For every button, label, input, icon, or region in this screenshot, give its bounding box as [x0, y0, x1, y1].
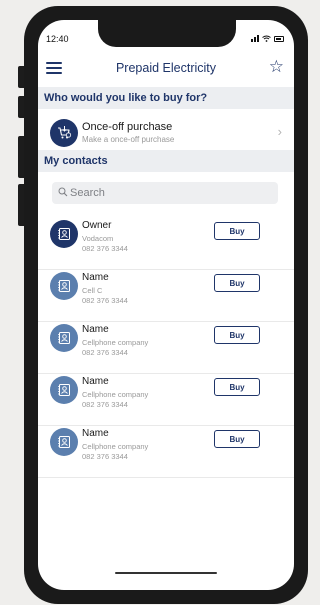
chevron-right-icon: ›: [277, 124, 282, 139]
wifi-icon: [262, 35, 271, 42]
buy-button[interactable]: Buy: [214, 378, 260, 396]
contact-card-icon: [50, 376, 78, 404]
search-input[interactable]: [70, 182, 270, 204]
signal-icon: [251, 35, 259, 42]
once-off-purchase-row[interactable]: Once-off purchase Make a once-off purcha…: [38, 112, 294, 154]
contact-phone: 082 376 3344: [82, 400, 128, 409]
contact-carrier: Cellphone company: [82, 390, 149, 399]
battery-icon: [274, 36, 284, 42]
contact-carrier: Cell C: [82, 286, 103, 295]
buy-for-heading: Who would you like to buy for?: [38, 87, 294, 109]
contact-row[interactable]: Name Cellphone company 082 376 3344 Buy: [38, 374, 294, 426]
contact-card-icon: [50, 324, 78, 352]
top-bar: Prepaid Electricity ☆: [38, 54, 294, 84]
contact-phone: 082 376 3344: [82, 452, 128, 461]
contact-row[interactable]: Owner Vodacom 082 376 3344 Buy: [38, 218, 294, 270]
status-time: 12:40: [46, 34, 69, 44]
once-off-subtitle: Make a once-off purchase: [82, 135, 175, 144]
contact-carrier: Cellphone company: [82, 338, 149, 347]
contact-name: Name: [82, 324, 109, 335]
star-icon[interactable]: ☆: [269, 58, 284, 75]
contact-phone: 082 376 3344: [82, 296, 128, 305]
buy-button[interactable]: Buy: [214, 222, 260, 240]
buy-button[interactable]: Buy: [214, 430, 260, 448]
search-icon: [58, 187, 68, 197]
contact-name: Name: [82, 428, 109, 439]
status-icons: [251, 35, 284, 42]
home-indicator[interactable]: [115, 572, 217, 574]
contact-phone: 082 376 3344: [82, 348, 128, 357]
contact-row[interactable]: Name Cellphone company 082 376 3344 Buy: [38, 322, 294, 374]
contact-name: Name: [82, 272, 109, 283]
phone-frame: 12:40 Prepaid Electricity ☆ Who would yo…: [24, 6, 308, 604]
contact-phone: 082 376 3344: [82, 244, 128, 253]
cart-icon: [50, 119, 78, 147]
contact-row[interactable]: Name Cell C 082 376 3344 Buy: [38, 270, 294, 322]
phone-notch: [98, 20, 236, 47]
contact-name: Name: [82, 376, 109, 387]
app-screen: 12:40 Prepaid Electricity ☆ Who would yo…: [38, 20, 294, 590]
once-off-title: Once-off purchase: [82, 121, 173, 133]
contact-card-icon: [50, 428, 78, 456]
page-title: Prepaid Electricity: [115, 61, 217, 75]
contact-carrier: Vodacom: [82, 234, 114, 243]
buy-button[interactable]: Buy: [214, 326, 260, 344]
contact-carrier: Cellphone company: [82, 442, 149, 451]
buy-button[interactable]: Buy: [214, 274, 260, 292]
contact-card-icon: [50, 220, 78, 248]
contacts-heading: My contacts: [38, 150, 294, 172]
contact-card-icon: [50, 272, 78, 300]
search-bar: [52, 182, 278, 204]
contact-row[interactable]: Name Cellphone company 082 376 3344 Buy: [38, 426, 294, 478]
contact-name: Owner: [82, 220, 112, 231]
